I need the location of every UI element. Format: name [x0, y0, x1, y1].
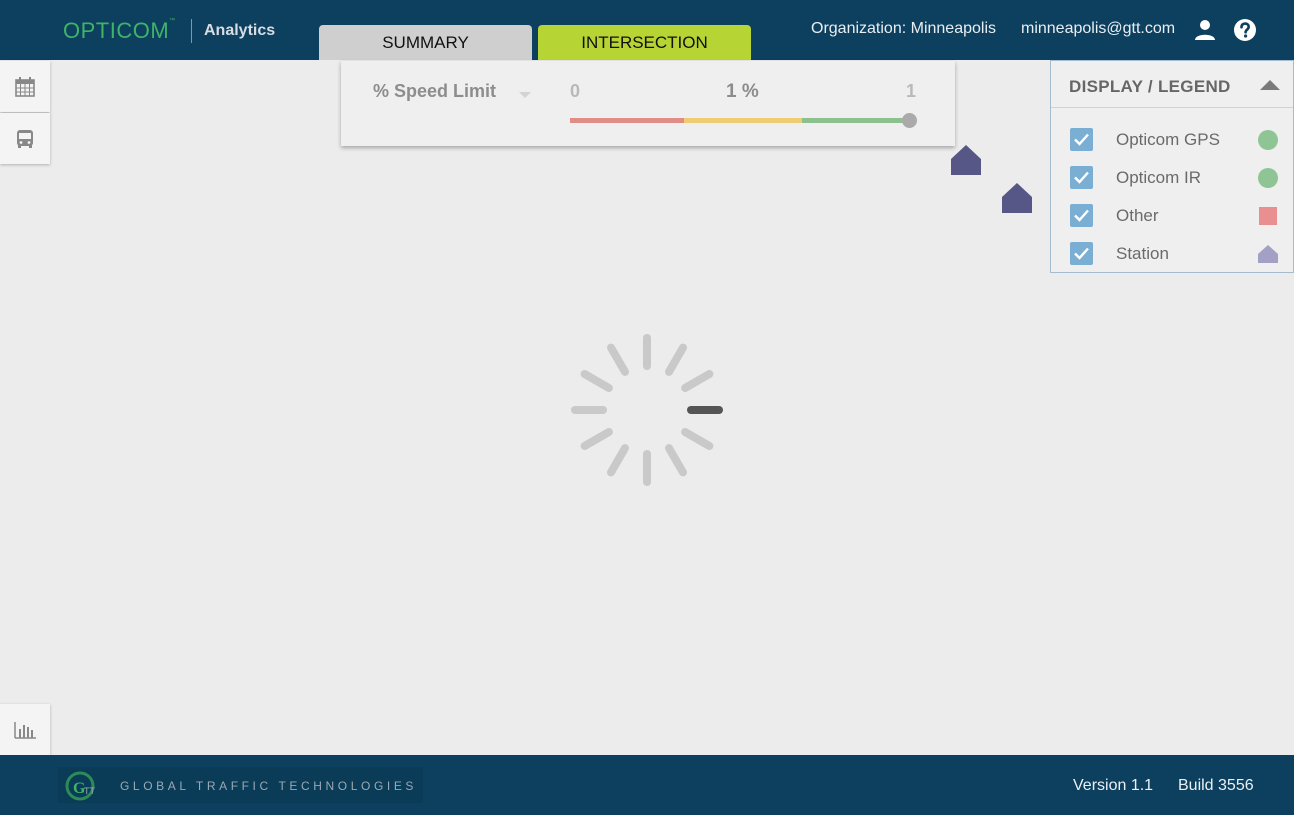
legend-label: Other: [1116, 206, 1159, 225]
checkbox-other[interactable]: [1070, 204, 1093, 227]
checkbox-opticom-gps[interactable]: [1070, 128, 1093, 151]
user-email[interactable]: minneapolis@gtt.com: [1021, 20, 1175, 38]
calendar-icon: [15, 76, 35, 97]
version-label: Version 1.1: [1073, 777, 1154, 794]
gtt-logo-icon: G TT: [65, 771, 95, 801]
user-icon[interactable]: [1193, 18, 1217, 42]
legend-header[interactable]: DISPLAY / LEGEND: [1051, 61, 1293, 108]
speed-filter-panel: % Speed Limit 0 1 % 1: [341, 61, 955, 146]
display-legend-panel: DISPLAY / LEGEND Opticom GPS Opticom IR …: [1050, 60, 1294, 273]
slider-segment-red: [570, 118, 684, 123]
legend-item-other[interactable]: Other: [1051, 197, 1293, 235]
range-min-label: 0: [570, 81, 581, 101]
gtt-logo: G TT GLOBAL TRAFFIC TECHNOLOGIES: [58, 767, 423, 803]
house-symbol-icon: [1258, 245, 1278, 263]
range-current-value: 1 %: [726, 81, 759, 102]
checkmark-icon: [1074, 171, 1089, 184]
calendar-button[interactable]: [0, 61, 50, 112]
station-marker[interactable]: [950, 144, 982, 176]
bus-icon: [17, 129, 33, 148]
tab-intersection[interactable]: INTERSECTION: [538, 25, 751, 60]
logo-divider: [191, 19, 192, 43]
app-name: Analytics: [204, 22, 276, 39]
metric-dropdown[interactable]: % Speed Limit: [373, 81, 496, 102]
chart-button[interactable]: [0, 704, 50, 755]
top-header: OPTICOM™ Analytics SUMMARY INTERSECTION …: [0, 0, 1294, 60]
legend-item-station[interactable]: Station: [1051, 235, 1293, 273]
vehicle-button[interactable]: [0, 113, 50, 164]
legend-label: Opticom GPS: [1116, 130, 1220, 149]
legend-label: Opticom IR: [1116, 168, 1202, 187]
organization-label: Organization: Minneapolis: [811, 20, 996, 37]
help-icon[interactable]: [1233, 18, 1257, 42]
legend-label: Station: [1116, 244, 1169, 263]
company-name: GLOBAL TRAFFIC TECHNOLOGIES: [120, 779, 418, 793]
checkbox-station[interactable]: [1070, 242, 1093, 265]
circle-symbol-icon: [1258, 168, 1278, 188]
build-label: Build 3556: [1178, 777, 1254, 794]
station-marker[interactable]: [1001, 182, 1033, 214]
opticom-logo: OPTICOM™: [63, 18, 176, 43]
legend-item-opticom-gps[interactable]: Opticom GPS: [1051, 121, 1293, 159]
speed-slider-handle[interactable]: [902, 113, 917, 128]
slider-segment-green: [802, 118, 910, 123]
svg-text:TT: TT: [84, 786, 95, 796]
chevron-up-icon[interactable]: [1260, 80, 1280, 90]
checkmark-icon: [1074, 133, 1089, 146]
footer: G TT GLOBAL TRAFFIC TECHNOLOGIES Version…: [0, 755, 1294, 815]
checkmark-icon: [1074, 247, 1089, 260]
legend-title: DISPLAY / LEGEND: [1069, 77, 1231, 96]
circle-symbol-icon: [1258, 130, 1278, 150]
legend-item-opticom-ir[interactable]: Opticom IR: [1051, 159, 1293, 197]
loading-spinner-icon: [571, 334, 723, 486]
bar-chart-icon: [14, 721, 36, 739]
square-symbol-icon: [1259, 207, 1277, 225]
tab-summary[interactable]: SUMMARY: [319, 25, 532, 60]
speed-slider-track[interactable]: [570, 118, 910, 123]
checkbox-opticom-ir[interactable]: [1070, 166, 1093, 189]
slider-segment-yellow: [684, 118, 802, 123]
checkmark-icon: [1074, 209, 1089, 222]
range-max-label: 1: [906, 81, 917, 101]
chevron-down-icon[interactable]: [519, 92, 531, 98]
